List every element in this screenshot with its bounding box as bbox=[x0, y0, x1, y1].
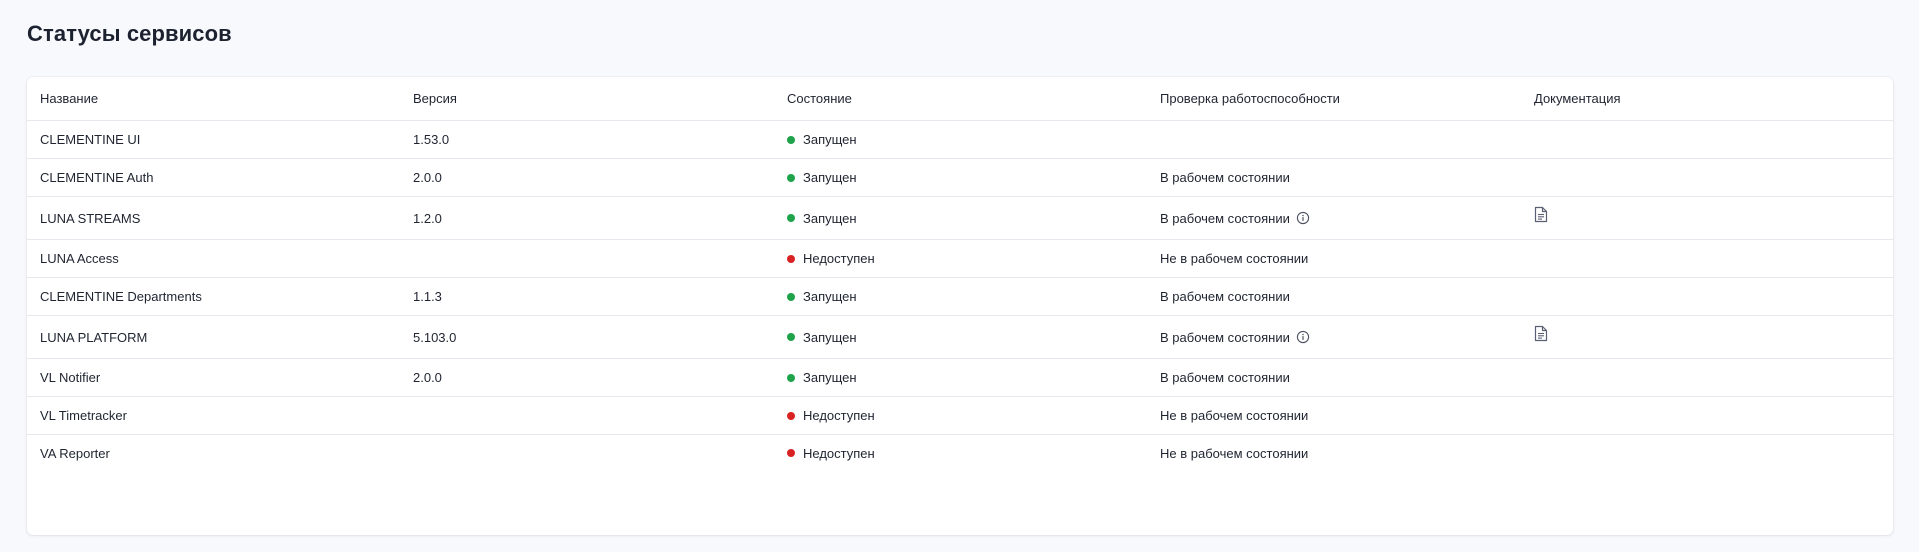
service-health-label: В рабочем состоянии bbox=[1160, 329, 1290, 345]
table-row[interactable]: CLEMENTINE Auth 2.0.0 Запущен В рабочем … bbox=[27, 159, 1893, 197]
column-header-version[interactable]: Версия bbox=[413, 77, 457, 120]
table-header: Название Версия Состояние Проверка работ… bbox=[27, 77, 1893, 121]
service-state-label: Недоступен bbox=[803, 408, 875, 423]
service-health-label: Не в рабочем состоянии bbox=[1160, 251, 1309, 266]
table-row[interactable]: LUNA PLATFORM 5.103.0 Запущен В рабочем … bbox=[27, 316, 1893, 359]
column-header-health[interactable]: Проверка работоспособности bbox=[1160, 77, 1340, 120]
service-health-label: Не в рабочем состоянии bbox=[1160, 408, 1309, 423]
status-running-dot-icon bbox=[787, 135, 795, 144]
service-version: 1.2.0 bbox=[413, 210, 442, 226]
service-state-label: Запущен bbox=[803, 370, 857, 385]
service-state: Запущен bbox=[787, 159, 857, 196]
status-unavailable-dot-icon bbox=[787, 411, 795, 420]
service-health: В рабочем состоянии bbox=[1160, 316, 1310, 358]
service-state-label: Запущен bbox=[803, 170, 857, 185]
service-state-label: Запущен bbox=[803, 289, 857, 304]
service-health-label: Не в рабочем состоянии bbox=[1160, 445, 1309, 461]
service-state: Запущен bbox=[787, 316, 857, 358]
service-name: VL Timetracker bbox=[40, 408, 127, 423]
service-health: Не в рабочем состоянии bbox=[1160, 435, 1308, 471]
service-name: VL Notifier bbox=[40, 370, 101, 385]
service-health-label: В рабочем состоянии bbox=[1160, 370, 1290, 385]
document-icon[interactable] bbox=[1534, 325, 1550, 345]
service-state: Запущен bbox=[787, 359, 857, 396]
status-running-dot-icon bbox=[787, 173, 795, 182]
service-health: В рабочем состоянии bbox=[1160, 159, 1290, 196]
service-state-label: Запущен bbox=[803, 210, 857, 226]
service-state-label: Запущен bbox=[803, 329, 857, 345]
table-body: CLEMENTINE UI 1.53.0 Запущен CLEMENTINE … bbox=[27, 121, 1893, 471]
service-health-label: В рабочем состоянии bbox=[1160, 289, 1290, 304]
service-docs bbox=[1534, 316, 1550, 358]
status-running-dot-icon bbox=[787, 373, 795, 382]
table-row[interactable]: VL Notifier 2.0.0 Запущен В рабочем сост… bbox=[27, 359, 1893, 397]
service-health-label: В рабочем состоянии bbox=[1160, 210, 1290, 226]
table-row[interactable]: LUNA STREAMS 1.2.0 Запущен В рабочем сос… bbox=[27, 197, 1893, 240]
service-name: LUNA Access bbox=[40, 251, 119, 266]
service-name: CLEMENTINE Auth bbox=[40, 170, 154, 185]
service-name: CLEMENTINE Departments bbox=[40, 289, 202, 304]
service-state: Недоступен bbox=[787, 435, 875, 471]
service-health: В рабочем состоянии bbox=[1160, 359, 1290, 396]
status-unavailable-dot-icon bbox=[787, 449, 795, 457]
table-row[interactable]: LUNA Access Недоступен Не в рабочем сост… bbox=[27, 240, 1893, 278]
status-unavailable-dot-icon bbox=[787, 254, 795, 263]
service-health: Не в рабочем состоянии bbox=[1160, 240, 1308, 277]
service-health-label: В рабочем состоянии bbox=[1160, 170, 1290, 185]
service-name: CLEMENTINE UI bbox=[40, 132, 141, 147]
table-row[interactable]: CLEMENTINE UI 1.53.0 Запущен bbox=[27, 121, 1893, 159]
services-table: Название Версия Состояние Проверка работ… bbox=[27, 77, 1893, 535]
info-circle-icon[interactable] bbox=[1296, 330, 1310, 344]
service-version: 2.0.0 bbox=[413, 370, 442, 385]
service-version: 5.103.0 bbox=[413, 329, 457, 345]
status-running-dot-icon bbox=[787, 333, 795, 341]
table-row[interactable]: VA Reporter Недоступен Не в рабочем сост… bbox=[27, 435, 1893, 471]
table-row[interactable]: VL Timetracker Недоступен Не в рабочем с… bbox=[27, 397, 1893, 435]
page-title: Статусы сервисов bbox=[27, 21, 232, 46]
document-icon[interactable] bbox=[1534, 206, 1550, 226]
service-docs bbox=[1534, 197, 1550, 239]
service-state: Запущен bbox=[787, 278, 857, 315]
table-row[interactable]: CLEMENTINE Departments 1.1.3 Запущен В р… bbox=[27, 278, 1893, 316]
service-version: 2.0.0 bbox=[413, 170, 442, 185]
service-state: Запущен bbox=[787, 121, 857, 158]
service-health: В рабочем состоянии bbox=[1160, 278, 1290, 315]
service-health: Не в рабочем состоянии bbox=[1160, 397, 1308, 434]
status-running-dot-icon bbox=[787, 292, 795, 301]
column-header-name[interactable]: Название bbox=[40, 77, 98, 120]
service-health: В рабочем состоянии bbox=[1160, 197, 1310, 239]
service-state-label: Недоступен bbox=[803, 251, 875, 266]
service-name: LUNA PLATFORM bbox=[40, 329, 148, 345]
service-state: Недоступен bbox=[787, 397, 875, 434]
service-version: 1.1.3 bbox=[413, 289, 442, 304]
service-name: LUNA STREAMS bbox=[40, 210, 141, 226]
status-running-dot-icon bbox=[787, 214, 795, 222]
service-name: VA Reporter bbox=[40, 445, 110, 461]
service-version: 1.53.0 bbox=[413, 132, 450, 147]
column-header-docs[interactable]: Документация bbox=[1534, 77, 1621, 120]
service-state: Запущен bbox=[787, 197, 857, 239]
service-state-label: Запущен bbox=[803, 132, 857, 147]
service-state-label: Недоступен bbox=[803, 445, 875, 461]
column-header-state[interactable]: Состояние bbox=[787, 77, 852, 120]
service-state: Недоступен bbox=[787, 240, 875, 277]
info-circle-icon[interactable] bbox=[1296, 211, 1310, 225]
